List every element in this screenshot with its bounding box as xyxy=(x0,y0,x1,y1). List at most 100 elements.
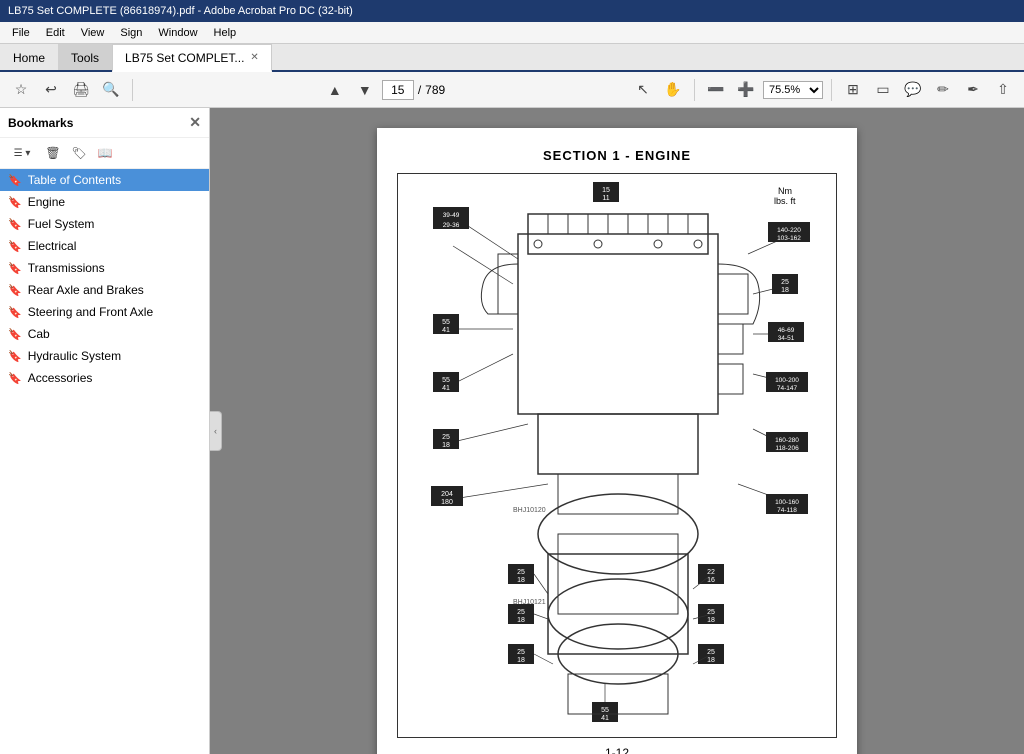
title-text: LB75 Set COMPLETE (86618974).pdf - Adobe… xyxy=(8,5,353,17)
svg-text:18: 18 xyxy=(781,287,789,294)
tab-doc-close[interactable]: ✕ xyxy=(250,52,258,63)
bookmark-trans[interactable]: 🔖 Transmissions xyxy=(0,257,209,279)
bookmark-steering[interactable]: 🔖 Steering and Front Axle xyxy=(0,301,209,323)
panel-menu-btn[interactable]: ☰ ▾ xyxy=(6,142,38,164)
menu-window[interactable]: Window xyxy=(150,25,205,41)
svg-text:25: 25 xyxy=(517,569,525,576)
comment-btn[interactable]: 💬 xyxy=(900,77,926,103)
page-input[interactable]: 15 xyxy=(382,80,414,100)
menu-help[interactable]: Help xyxy=(206,25,245,41)
panel-toolbar: ☰ ▾ 🗑 🏷 📖 xyxy=(0,138,209,169)
bookmark-fuel[interactable]: 🔖 Fuel System xyxy=(0,213,209,235)
svg-text:74-118: 74-118 xyxy=(777,507,797,514)
sign-btn[interactable]: ✒ xyxy=(960,77,986,103)
svg-text:118-206: 118-206 xyxy=(775,445,799,452)
toolbar: ☆ ↩ 🖨 🔍 ▲ ▼ 15 / 789 ↖ ✋ ➖ ➕ 75.5% 50% 1… xyxy=(0,72,1024,108)
bookmark-hydraulic[interactable]: 🔖 Hydraulic System xyxy=(0,345,209,367)
svg-text:25: 25 xyxy=(517,609,525,616)
bookmark-toc-icon: 🔖 xyxy=(8,174,22,187)
svg-text:103-162: 103-162 xyxy=(777,235,801,242)
bookmark-list: 🔖 Table of Contents 🔖 Engine 🔖 Fuel Syst… xyxy=(0,169,209,754)
bookmark-rear-label: Rear Axle and Brakes xyxy=(28,283,144,297)
svg-text:100-200: 100-200 xyxy=(775,377,799,384)
print-btn[interactable]: 🖨 xyxy=(68,77,94,103)
bookmark-steering-icon: 🔖 xyxy=(8,306,22,319)
menu-view[interactable]: View xyxy=(73,25,113,41)
menu-sign[interactable]: Sign xyxy=(112,25,150,41)
svg-text:41: 41 xyxy=(442,327,450,334)
panel-collapse-handle[interactable]: ‹ xyxy=(210,411,222,451)
zoom-out-btn[interactable]: ➖ xyxy=(703,77,729,103)
toolbar-sep-3 xyxy=(831,79,832,101)
bookmark-rear[interactable]: 🔖 Rear Axle and Brakes xyxy=(0,279,209,301)
hand-tool-btn[interactable]: ✋ xyxy=(660,77,686,103)
page-nav: ▲ ▼ 15 / 789 xyxy=(322,77,445,103)
zoom-select[interactable]: 75.5% 50% 100% 125% xyxy=(763,81,823,99)
svg-text:41: 41 xyxy=(442,385,450,392)
svg-text:55: 55 xyxy=(442,377,450,384)
svg-text:34-51: 34-51 xyxy=(778,335,795,342)
svg-text:lbs. ft: lbs. ft xyxy=(774,196,796,206)
page-total: 789 xyxy=(425,83,445,97)
toolbar-sep-2 xyxy=(694,79,695,101)
bookmark-btn[interactable]: ☆ xyxy=(8,77,34,103)
bookmark-trans-label: Transmissions xyxy=(28,261,105,275)
bookmark-accessories[interactable]: 🔖 Accessories xyxy=(0,367,209,389)
menu-file[interactable]: File xyxy=(4,25,38,41)
bookmark-fuel-icon: 🔖 xyxy=(8,218,22,231)
pdf-section-title: SECTION 1 - ENGINE xyxy=(397,148,837,163)
page-down-btn[interactable]: ▼ xyxy=(352,77,378,103)
svg-text:BHJ10121: BHJ10121 xyxy=(513,599,546,606)
bookmark-trans-icon: 🔖 xyxy=(8,262,22,275)
panel-expand-btn[interactable]: 📖 xyxy=(94,142,116,164)
panel-close-btn[interactable]: ✕ xyxy=(189,114,201,131)
svg-text:BHJ10120: BHJ10120 xyxy=(513,507,546,514)
tab-doc-label: LB75 Set COMPLET... xyxy=(125,51,244,65)
zoom-reduce-btn[interactable]: 🔍 xyxy=(98,77,124,103)
fit-page-btn[interactable]: ⊞ xyxy=(840,77,866,103)
svg-text:140-220: 140-220 xyxy=(777,227,801,234)
page-up-btn[interactable]: ▲ xyxy=(322,77,348,103)
page-sep: / xyxy=(418,83,421,97)
svg-text:204: 204 xyxy=(441,491,453,498)
svg-text:18: 18 xyxy=(707,657,715,664)
select-tool-btn[interactable]: ↖ xyxy=(630,77,656,103)
highlight-btn[interactable]: ✏ xyxy=(930,77,956,103)
svg-text:55: 55 xyxy=(601,707,609,714)
svg-text:18: 18 xyxy=(517,657,525,664)
presentation-btn[interactable]: ▭ xyxy=(870,77,896,103)
svg-text:16: 16 xyxy=(707,577,715,584)
bookmark-steering-label: Steering and Front Axle xyxy=(28,305,153,319)
bookmark-cab-icon: 🔖 xyxy=(8,328,22,341)
bookmark-engine-icon: 🔖 xyxy=(8,196,22,209)
panel-delete-btn[interactable]: 🗑 xyxy=(42,142,64,164)
tab-tools[interactable]: Tools xyxy=(58,44,112,70)
engine-diagram: Nm lbs. ft xyxy=(397,173,837,738)
svg-text:18: 18 xyxy=(707,617,715,624)
svg-text:15: 15 xyxy=(602,187,610,194)
tab-home[interactable]: Home xyxy=(0,44,58,70)
bookmark-engine-label: Engine xyxy=(28,195,65,209)
svg-text:29-36: 29-36 xyxy=(443,222,460,229)
bookmark-cab[interactable]: 🔖 Cab xyxy=(0,323,209,345)
bookmark-rear-icon: 🔖 xyxy=(8,284,22,297)
back-btn[interactable]: ↩ xyxy=(38,77,64,103)
bookmark-elec[interactable]: 🔖 Electrical xyxy=(0,235,209,257)
bookmark-hydraulic-label: Hydraulic System xyxy=(28,349,121,363)
tab-bar: Home Tools LB75 Set COMPLET... ✕ xyxy=(0,44,1024,72)
menu-edit[interactable]: Edit xyxy=(38,25,73,41)
panel-tag-btn[interactable]: 🏷 xyxy=(68,142,90,164)
pdf-area[interactable]: SECTION 1 - ENGINE Nm lbs. ft xyxy=(210,108,1024,754)
tab-home-label: Home xyxy=(13,51,45,65)
engine-svg: Nm lbs. ft xyxy=(398,174,837,734)
bookmark-engine[interactable]: 🔖 Engine xyxy=(0,191,209,213)
bookmark-toc[interactable]: 🔖 Table of Contents xyxy=(0,169,209,191)
title-bar: LB75 Set COMPLETE (86618974).pdf - Adobe… xyxy=(0,0,1024,22)
share-btn[interactable]: ⇧ xyxy=(990,77,1016,103)
bookmark-elec-icon: 🔖 xyxy=(8,240,22,253)
menu-bar: File Edit View Sign Window Help xyxy=(0,22,1024,44)
tab-tools-label: Tools xyxy=(71,51,99,65)
zoom-in-btn[interactable]: ➕ xyxy=(733,77,759,103)
tab-doc[interactable]: LB75 Set COMPLET... ✕ xyxy=(112,44,272,72)
svg-text:74-147: 74-147 xyxy=(777,385,798,392)
